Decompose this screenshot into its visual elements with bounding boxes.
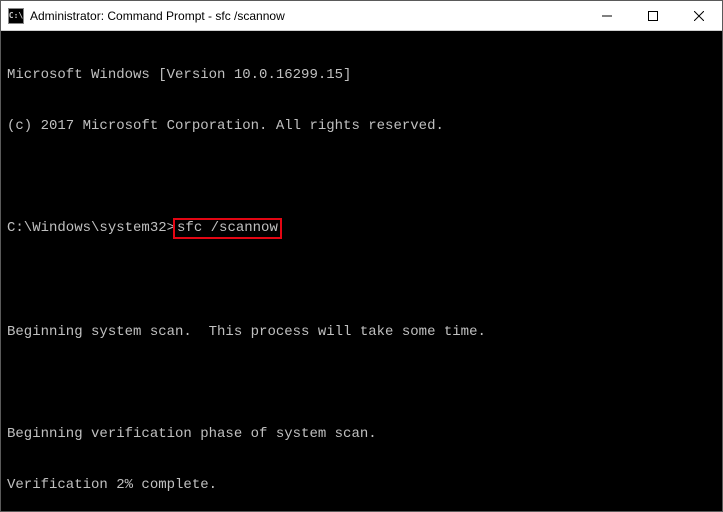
blank-line (7, 375, 716, 392)
titlebar[interactable]: C:\ Administrator: Command Prompt - sfc … (1, 1, 722, 31)
blank-line (7, 273, 716, 290)
app-icon: C:\ (8, 8, 24, 24)
window-title: Administrator: Command Prompt - sfc /sca… (30, 9, 584, 23)
verification-phase-line: Beginning verification phase of system s… (7, 426, 716, 443)
prompt-text: C:\Windows\system32> (7, 220, 175, 236)
window-controls (584, 1, 722, 30)
minimize-button[interactable] (584, 1, 630, 30)
version-line: Microsoft Windows [Version 10.0.16299.15… (7, 67, 716, 84)
verification-progress-line: Verification 2% complete. (7, 477, 716, 494)
scan-begin-line: Beginning system scan. This process will… (7, 324, 716, 341)
close-button[interactable] (676, 1, 722, 30)
maximize-icon (648, 11, 658, 21)
close-icon (694, 11, 704, 21)
blank-line (7, 169, 716, 186)
console-area[interactable]: Microsoft Windows [Version 10.0.16299.15… (1, 31, 722, 511)
copyright-line: (c) 2017 Microsoft Corporation. All righ… (7, 118, 716, 135)
command-prompt-window: C:\ Administrator: Command Prompt - sfc … (0, 0, 723, 512)
prompt-line: C:\Windows\system32>sfc /scannow (7, 220, 716, 239)
minimize-icon (602, 11, 612, 21)
command-highlight: sfc /scannow (173, 218, 282, 239)
maximize-button[interactable] (630, 1, 676, 30)
